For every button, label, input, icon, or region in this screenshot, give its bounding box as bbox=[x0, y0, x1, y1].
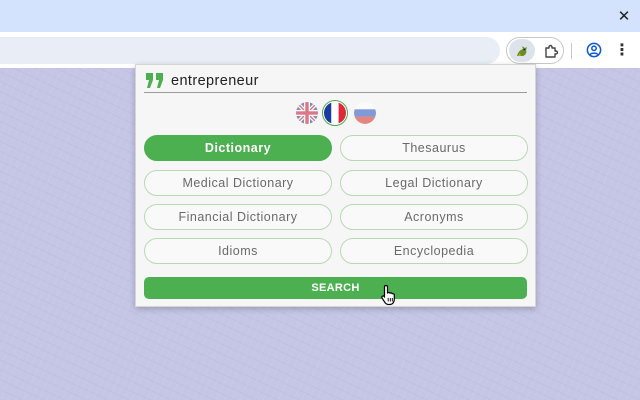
tab-strip: ✕ bbox=[0, 0, 640, 32]
browser-toolbar: ⋮ bbox=[0, 32, 640, 68]
source-idioms-button[interactable]: Idioms bbox=[144, 238, 332, 264]
france-flag-icon bbox=[324, 102, 346, 124]
source-financial-dictionary-button[interactable]: Financial Dictionary bbox=[144, 204, 332, 230]
address-bar[interactable] bbox=[0, 37, 500, 64]
dragon-extension-icon bbox=[517, 45, 527, 56]
profile-button[interactable] bbox=[583, 39, 605, 61]
dictionary-extension-button[interactable] bbox=[509, 39, 535, 62]
source-encyclopedia-button[interactable]: Encyclopedia bbox=[340, 238, 528, 264]
profile-icon bbox=[586, 42, 602, 58]
extensions-group bbox=[506, 37, 564, 64]
uk-flag-icon bbox=[296, 102, 318, 124]
search-row bbox=[144, 71, 527, 93]
close-icon: ✕ bbox=[617, 8, 631, 25]
toolbar-divider bbox=[571, 43, 572, 59]
source-acronyms-button[interactable]: Acronyms bbox=[340, 204, 528, 230]
extensions-menu-button[interactable] bbox=[541, 41, 561, 61]
puzzle-icon bbox=[545, 44, 559, 58]
browser-menu-button[interactable]: ⋮ bbox=[611, 39, 633, 61]
kebab-menu-icon: ⋮ bbox=[614, 42, 630, 59]
source-dictionary-button[interactable]: Dictionary bbox=[144, 135, 332, 161]
language-french[interactable] bbox=[322, 100, 348, 126]
quote-icon bbox=[146, 73, 163, 88]
source-medical-dictionary-button[interactable]: Medical Dictionary bbox=[144, 170, 332, 196]
source-thesaurus-button[interactable]: Thesaurus bbox=[340, 135, 528, 161]
language-russian[interactable] bbox=[354, 102, 376, 124]
russia-flag-icon bbox=[354, 102, 376, 124]
language-selector bbox=[294, 100, 378, 127]
dictionary-popup: Dictionary Thesaurus Medical Dictionary … bbox=[135, 64, 536, 307]
language-english[interactable] bbox=[296, 102, 318, 124]
search-input[interactable] bbox=[171, 71, 521, 91]
close-window-button[interactable]: ✕ bbox=[612, 4, 636, 28]
search-button[interactable]: SEARCH bbox=[144, 277, 527, 299]
source-legal-dictionary-button[interactable]: Legal Dictionary bbox=[340, 170, 528, 196]
